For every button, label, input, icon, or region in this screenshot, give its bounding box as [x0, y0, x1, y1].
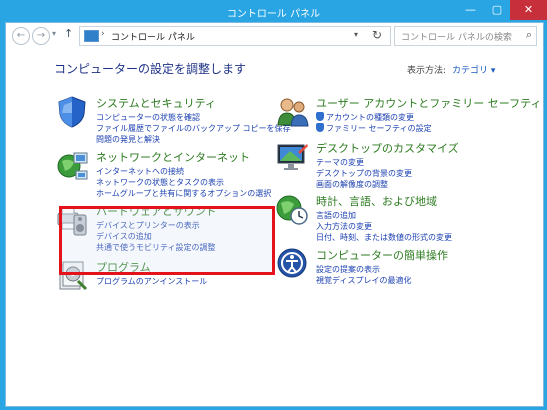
navigation-toolbar: ← → ▾ ↑ › コントロール パネル › ▾ ↻ コントロール パネルの検索… [6, 23, 543, 49]
maximize-button[interactable]: ▢ [484, 0, 510, 20]
link-change-background[interactable]: デスクトップの背景の変更 [316, 168, 412, 179]
minimize-button[interactable]: — [457, 0, 484, 20]
close-button[interactable]: ✕ [510, 0, 547, 20]
breadcrumb-control-panel[interactable]: コントロール パネル [111, 30, 195, 43]
link-homegroup[interactable]: ホームグループと共有に関するオプションの選択 [96, 188, 271, 199]
category-title[interactable]: ユーザー アカウントとファミリー セーフティ [316, 95, 541, 111]
link-suggested-settings[interactable]: 設定の提案の表示 [316, 264, 380, 275]
breadcrumb-separator[interactable]: › [173, 29, 177, 39]
uac-shield-icon [316, 112, 324, 121]
link-change-theme[interactable]: テーマの変更 [316, 157, 364, 168]
search-input[interactable]: コントロール パネルの検索 ⌕ [394, 26, 537, 46]
link-add-language[interactable]: 言語の追加 [316, 210, 356, 221]
network-globe-icon [57, 152, 88, 180]
address-dropdown-icon[interactable]: ▾ [354, 30, 358, 39]
link-change-account-type[interactable]: アカウントの種類の変更 [316, 112, 414, 123]
link-optimize-display[interactable]: 視覚ディスプレイの最適化 [316, 275, 411, 286]
link-screen-resolution[interactable]: 画面の解像度の調整 [316, 179, 388, 190]
shield-icon [58, 96, 86, 128]
ease-of-access-icon [277, 248, 307, 278]
recent-locations-icon[interactable]: ▾ [52, 29, 56, 38]
link-uninstall-program[interactable]: プログラムのアンインストール [96, 276, 207, 287]
users-icon [277, 98, 309, 127]
link-family-safety[interactable]: ファミリー セーフティの設定 [316, 123, 432, 134]
forward-button[interactable]: → [32, 27, 50, 45]
page-title: コンピューターの設定を調整します [54, 62, 247, 76]
address-bar[interactable]: › コントロール パネル › ▾ ↻ [79, 26, 391, 46]
category-title[interactable]: デスクトップのカスタマイズ [316, 140, 459, 156]
search-placeholder: コントロール パネルの検索 [401, 33, 512, 43]
back-button[interactable]: ← [12, 27, 30, 45]
category-title[interactable]: ネットワークとインターネット [96, 149, 250, 165]
clock-globe-icon [276, 195, 308, 225]
refresh-icon[interactable]: ↻ [372, 28, 382, 42]
link-connect-internet[interactable]: インターネットへの接続 [96, 166, 184, 177]
desktop-icon [277, 144, 308, 170]
link-change-input-method[interactable]: 入力方法の変更 [316, 221, 372, 232]
breadcrumb-separator[interactable]: › [101, 29, 105, 39]
link-date-time-format[interactable]: 日付、時刻、または数値の形式の変更 [316, 232, 452, 243]
category-title[interactable]: コンピューターの簡単操作 [316, 247, 448, 263]
link-check-status[interactable]: コンピューターの状態を確認 [96, 112, 200, 123]
link-text[interactable]: アカウントの種類の変更 [326, 113, 414, 122]
control-panel-icon [84, 30, 99, 42]
search-icon[interactable]: ⌕ [526, 28, 532, 42]
control-panel-window: コントロール パネル — ▢ ✕ ← → ▾ ↑ › コントロール パネル › … [0, 0, 547, 410]
link-text[interactable]: ファミリー セーフティの設定 [326, 124, 432, 133]
link-troubleshoot[interactable]: 問題の発見と解決 [96, 134, 160, 145]
category-title[interactable]: 時計、言語、および地域 [316, 193, 437, 209]
view-by-dropdown[interactable]: カテゴリ ▾ [452, 63, 495, 76]
view-by-label: 表示方法: [407, 66, 447, 76]
client-area: ← → ▾ ↑ › コントロール パネル › ▾ ↻ コントロール パネルの検索… [5, 22, 544, 407]
title-bar: コントロール パネル — ▢ ✕ [0, 0, 547, 24]
category-title[interactable]: システムとセキュリティ [96, 95, 216, 111]
up-button[interactable]: ↑ [64, 27, 73, 40]
uac-shield-icon [316, 123, 324, 132]
link-file-history[interactable]: ファイル履歴でファイルのバックアップ コピーを保存 [96, 123, 291, 134]
link-network-status[interactable]: ネットワークの状態とタスクの表示 [96, 177, 224, 188]
hardware-sound-highlight-box [59, 206, 275, 275]
